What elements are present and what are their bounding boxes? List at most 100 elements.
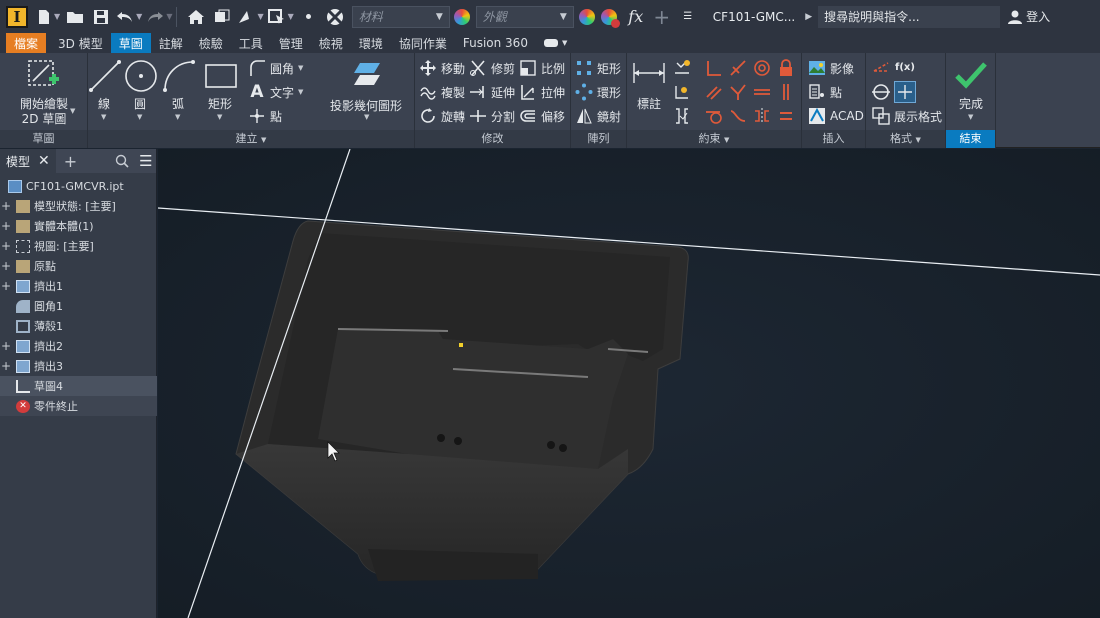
vertical-constraint-icon[interactable]	[777, 83, 795, 101]
appearance-select[interactable]: 外觀 ▼	[475, 5, 574, 28]
panel-title-constrain[interactable]: 約束 ▼	[627, 130, 801, 148]
add-tab-icon[interactable]: +	[64, 152, 77, 171]
tab-tools[interactable]: 工具	[231, 33, 271, 53]
expand-icon[interactable]: +	[0, 259, 12, 273]
tab-annotate[interactable]: 註解	[151, 33, 191, 53]
chevron-right-icon[interactable]: ▶	[805, 12, 812, 22]
home-icon[interactable]	[185, 5, 207, 29]
tree-item-origin[interactable]: + 原點	[0, 256, 157, 276]
tab-environments[interactable]: 環境	[351, 33, 391, 53]
centerline-icon[interactable]	[872, 83, 890, 101]
insert-image-button[interactable]: 影像	[808, 59, 854, 77]
insert-acad-button[interactable]: ACAD	[808, 107, 864, 125]
tree-item-end-of-part[interactable]: ✕ 零件終止	[0, 396, 157, 416]
expand-icon[interactable]: +	[0, 239, 12, 253]
copy-button[interactable]: 複製	[419, 83, 465, 101]
sign-in-button[interactable]: 登入	[1008, 8, 1050, 25]
redo-icon[interactable]: ▼	[146, 5, 172, 29]
start-2d-sketch-button[interactable]: 開始繪製 2D 草圖 ▼	[0, 53, 88, 129]
mirror-button[interactable]: 鏡射	[575, 107, 621, 125]
open-folder-icon[interactable]	[64, 5, 86, 29]
smooth-constraint-icon[interactable]	[729, 107, 747, 125]
part-model[interactable]	[158, 149, 1100, 618]
plus-icon[interactable]: +	[651, 5, 673, 29]
select-filter-icon[interactable]: ▼	[267, 5, 294, 29]
clear-appearance-icon[interactable]	[600, 8, 620, 28]
rectangle-button[interactable]: 矩形 ▼	[202, 57, 242, 129]
tangent-constraint-icon[interactable]	[705, 107, 723, 125]
tab-sketch[interactable]: 草圖	[110, 33, 151, 53]
expand-icon[interactable]: +	[0, 199, 12, 213]
tab-fusion-360[interactable]: Fusion 360	[455, 33, 536, 53]
parallel-constraint-icon[interactable]	[705, 83, 723, 101]
trim-button[interactable]: 修剪	[469, 59, 515, 77]
search-input[interactable]: 搜尋說明與指令...	[818, 5, 1001, 28]
material-select[interactable]: 材料 ▼	[351, 5, 450, 28]
move-button[interactable]: 移動	[419, 59, 465, 77]
expand-icon[interactable]: +	[0, 359, 12, 373]
show-format-button[interactable]: 展示格式	[872, 107, 942, 125]
horizontal-constraint-icon[interactable]	[753, 83, 771, 101]
measure-icon[interactable]: ▼	[237, 5, 264, 29]
expand-icon[interactable]: +	[0, 219, 12, 233]
offset-button[interactable]: 偏移	[519, 107, 565, 125]
construction-icon[interactable]	[872, 59, 890, 77]
tab-manage[interactable]: 管理	[271, 33, 311, 53]
stretch-button[interactable]: 拉伸	[519, 83, 565, 101]
menu-icon[interactable]: ☰	[139, 152, 152, 170]
fillet-button[interactable]: 圓角 ▼	[248, 59, 303, 77]
tree-item-fillet1[interactable]: 圓角1	[0, 296, 157, 316]
tree-item-extrusion2[interactable]: + 擠出2	[0, 336, 157, 356]
tab-model[interactable]: 模型 ✕	[0, 149, 56, 173]
customize-menu-icon[interactable]: ☰	[677, 5, 699, 29]
line-button[interactable]: 線 ▼	[88, 57, 122, 129]
equal-constraint-icon[interactable]	[777, 107, 795, 125]
graphics-viewport[interactable]	[158, 149, 1100, 618]
automatic-dimension-icon[interactable]	[673, 59, 691, 77]
tree-item-extrusion3[interactable]: + 擠出3	[0, 356, 157, 376]
rotate-button[interactable]: 旋轉	[419, 107, 465, 125]
checker-sphere-icon[interactable]	[324, 5, 346, 29]
undo-icon[interactable]: ▼	[116, 5, 142, 29]
adjust-icon[interactable]	[298, 5, 320, 29]
parameters-icon[interactable]: f(x)	[894, 59, 916, 77]
circular-pattern-button[interactable]: 環形	[575, 83, 621, 101]
adjust-appearance-icon[interactable]	[578, 8, 595, 25]
save-icon[interactable]	[90, 5, 112, 29]
color-wheel-icon[interactable]	[453, 8, 470, 25]
point-button[interactable]: 點	[248, 107, 282, 125]
tab-3d-model[interactable]: 3D 模型	[50, 33, 111, 53]
tab-file[interactable]: 檔案	[6, 33, 47, 53]
fx-icon[interactable]: fx	[625, 5, 647, 29]
insert-points-button[interactable]: 點	[808, 83, 842, 101]
ribbon-options-button[interactable]: ▼	[536, 33, 575, 53]
tree-item-view[interactable]: + 視圖: [主要]	[0, 236, 157, 256]
text-button[interactable]: A 文字 ▼	[248, 83, 303, 101]
expand-icon[interactable]: +	[0, 279, 12, 293]
tab-inspect[interactable]: 檢驗	[191, 33, 231, 53]
show-constraints-icon[interactable]	[673, 83, 691, 101]
scale-button[interactable]: 比例	[519, 59, 565, 77]
tree-item-solid-bodies[interactable]: + 實體本體(1)	[0, 216, 157, 236]
tab-collaborate[interactable]: 協同作業	[391, 33, 455, 53]
tree-item-extrusion1[interactable]: + 擠出1	[0, 276, 157, 296]
extend-button[interactable]: 延伸	[469, 83, 515, 101]
dimension-button[interactable]: 標註	[629, 57, 669, 127]
tab-view[interactable]: 檢視	[311, 33, 351, 53]
tree-item-model-state[interactable]: + 模型狀態: [主要]	[0, 196, 157, 216]
perpendicular-constraint-icon[interactable]	[729, 83, 747, 101]
split-button[interactable]: 分割	[469, 107, 515, 125]
tree-item-part[interactable]: CF101-GMCVR.ipt	[0, 176, 157, 196]
project-geometry-button[interactable]: 投影幾何圖形 ▼	[324, 57, 414, 129]
collinear-constraint-icon[interactable]	[729, 59, 747, 77]
new-file-icon[interactable]: ▼	[36, 5, 60, 29]
panel-title-format[interactable]: 格式 ▼	[866, 130, 945, 148]
circle-button[interactable]: 圓 ▼	[124, 57, 158, 129]
constraint-settings-icon[interactable]	[673, 107, 691, 125]
copy-view-icon[interactable]	[211, 5, 233, 29]
coincident-constraint-icon[interactable]	[705, 59, 723, 77]
concentric-constraint-icon[interactable]	[753, 59, 771, 77]
fix-constraint-icon[interactable]	[777, 59, 795, 77]
symmetric-constraint-icon[interactable]	[753, 107, 771, 125]
expand-icon[interactable]: +	[0, 339, 12, 353]
